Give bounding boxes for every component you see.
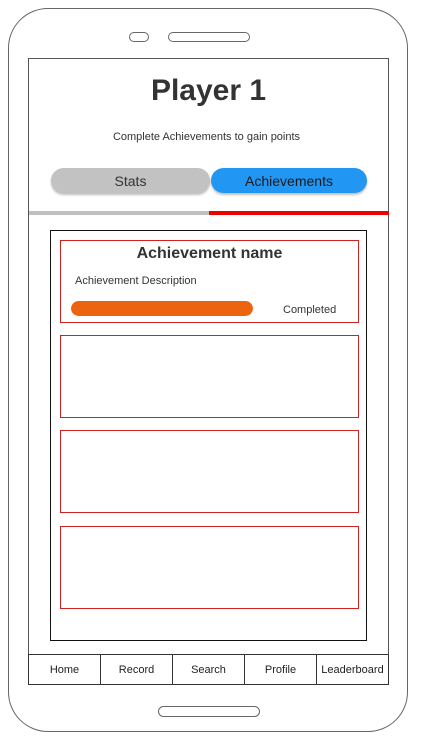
page-subtitle: Complete Achievements to gain points	[112, 131, 301, 143]
achievement-progress-bar	[71, 301, 253, 316]
nav-home[interactable]: Home	[29, 655, 100, 684]
achievement-card-empty[interactable]	[60, 430, 359, 513]
bottom-navbar: Home Record Search Profile Leaderboard	[28, 654, 389, 685]
tab-stats[interactable]: Stats	[51, 168, 210, 193]
nav-search[interactable]: Search	[172, 655, 244, 684]
tab-indicator-stats	[29, 211, 209, 215]
nav-profile[interactable]: Profile	[244, 655, 316, 684]
achievement-card[interactable]: Achievement name Achievement Description…	[60, 240, 359, 323]
nav-leaderboard[interactable]: Leaderboard	[316, 655, 388, 684]
tab-indicator-achievements	[209, 211, 389, 215]
nav-record[interactable]: Record	[100, 655, 172, 684]
camera-icon	[129, 32, 149, 42]
speaker-icon	[168, 32, 250, 42]
achievement-progress-fill	[71, 301, 253, 316]
achievement-card-empty[interactable]	[60, 335, 359, 418]
tab-achievements[interactable]: Achievements	[211, 168, 367, 193]
achievement-status: Completed	[283, 304, 337, 316]
achievement-description: Achievement Description	[75, 275, 197, 287]
home-button[interactable]	[158, 706, 260, 717]
achievement-name: Achievement name	[136, 245, 283, 262]
achievement-card-empty[interactable]	[60, 526, 359, 609]
page-title: Player 1	[150, 74, 267, 107]
